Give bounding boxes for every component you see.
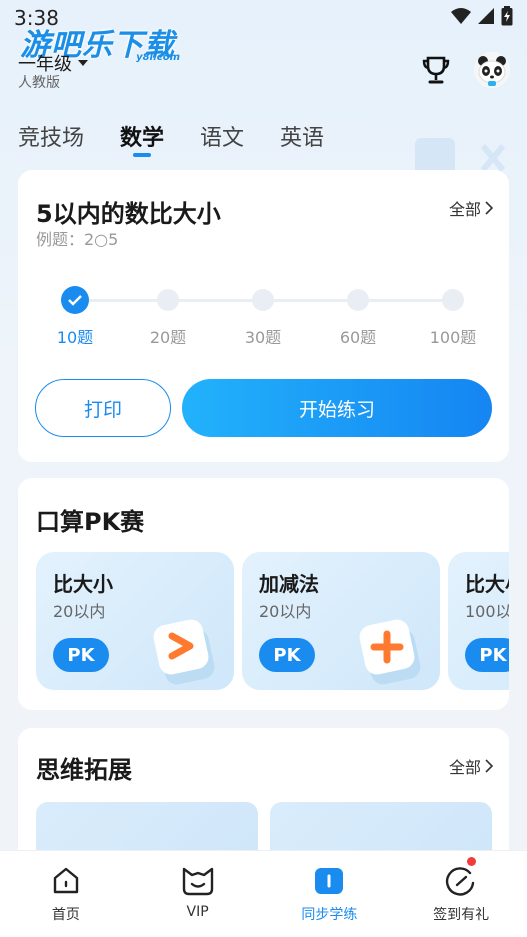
avatar[interactable] — [474, 52, 510, 88]
trophy-icon[interactable] — [420, 54, 452, 86]
pk-item-compare-100[interactable]: 比大小 100以内 PK — [448, 552, 509, 690]
checkin-icon — [446, 867, 475, 896]
caret-down-icon — [78, 60, 88, 66]
pk-badge: PK — [53, 638, 109, 672]
panda-icon — [474, 52, 510, 88]
subject-tabs: 竞技场 数学 语文 英语 — [18, 120, 360, 160]
thinking-all-link[interactable]: 全部 — [449, 754, 493, 778]
battery-icon — [501, 6, 513, 26]
practice-card: 5以内的数比大小 全部 例题：2○5 10题 20题 30题 60题 100题 … — [18, 170, 509, 462]
step-label: 60题 — [339, 328, 377, 347]
step-label: 10题 — [56, 328, 94, 347]
pk-badge: PK — [259, 638, 315, 672]
tab-math[interactable]: 数学 — [120, 120, 164, 160]
wifi-icon — [451, 8, 471, 24]
bottom-nav: 首页 VIP 同步学练 签到有礼 — [0, 850, 527, 937]
nav-home[interactable]: 首页 — [0, 851, 132, 937]
greater-than-icon — [153, 619, 215, 685]
step-100[interactable] — [442, 289, 464, 311]
chevron-right-icon — [485, 201, 493, 215]
pk-item-compare-20[interactable]: 比大小 20以内 PK — [36, 552, 234, 690]
textbook-edition: 人教版 — [18, 75, 60, 91]
thinking-title: 思维拓展 — [36, 756, 132, 784]
plus-icon — [359, 619, 421, 685]
home-icon — [53, 867, 79, 894]
print-button[interactable]: 打印 — [35, 379, 171, 437]
step-60[interactable] — [347, 289, 369, 311]
signal-icon — [478, 8, 494, 24]
pk-carousel[interactable]: 比大小 20以内 PK 加减法 20以内 PK 比大小 100以内 PK — [36, 552, 509, 692]
practice-title: 5以内的数比大小 — [36, 200, 221, 228]
check-icon — [68, 295, 82, 306]
start-practice-button[interactable]: 开始练习 — [182, 379, 492, 437]
status-icons — [451, 6, 513, 26]
tab-arena[interactable]: 竞技场 — [18, 120, 84, 160]
step-label: 30题 — [244, 328, 282, 347]
tab-english[interactable]: 英语 — [280, 120, 324, 160]
chevron-right-icon — [485, 759, 493, 773]
vip-icon — [182, 867, 213, 896]
step-30[interactable] — [252, 289, 274, 311]
step-10[interactable] — [61, 286, 89, 314]
step-20[interactable] — [157, 289, 179, 311]
pk-title: 口算PK赛 — [36, 508, 145, 536]
step-label: 20题 — [149, 328, 187, 347]
pk-card: 口算PK赛 比大小 20以内 PK 加减法 20以内 PK 比大小 100以内 — [18, 478, 509, 710]
thinking-card: 思维拓展 全部 — [18, 728, 509, 868]
practice-all-link[interactable]: 全部 — [449, 196, 493, 220]
pk-badge: PK — [465, 638, 509, 672]
example-text: 例题：2○5 — [36, 230, 119, 249]
nav-vip[interactable]: VIP — [132, 851, 264, 937]
pk-item-addsub-20[interactable]: 加减法 20以内 PK — [242, 552, 440, 690]
book-icon — [315, 868, 344, 894]
tab-chinese[interactable]: 语文 — [200, 120, 244, 160]
nav-checkin[interactable]: 签到有礼 — [395, 851, 527, 937]
step-label: 100题 — [429, 328, 477, 347]
nav-sync-study[interactable]: 同步学练 — [264, 851, 396, 937]
